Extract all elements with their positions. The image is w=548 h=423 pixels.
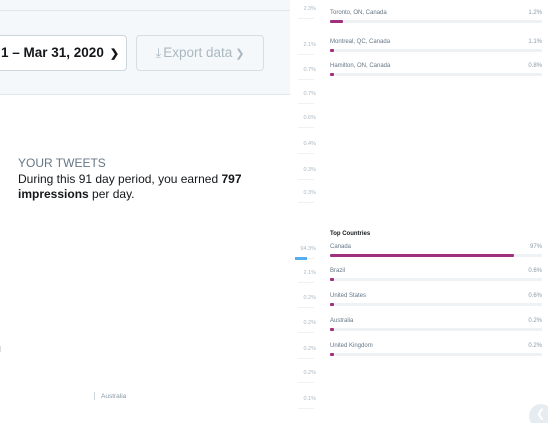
location-percent: 0.2% bbox=[528, 343, 542, 349]
bar-track bbox=[330, 49, 542, 52]
location-name: Brazil bbox=[330, 268, 346, 274]
percent-separator bbox=[298, 103, 314, 104]
bar-track bbox=[330, 328, 542, 331]
bar-fill bbox=[330, 353, 335, 356]
location-name: Canada bbox=[330, 244, 352, 250]
summary-text-start: During this 91 day period, you earned bbox=[18, 172, 222, 186]
bar-fill bbox=[330, 254, 515, 257]
date-range-label: 1 – Mar 31, 2020 bbox=[1, 45, 104, 60]
list-item: Canada 97% bbox=[330, 244, 542, 264]
percent-separator bbox=[298, 202, 314, 203]
percent-separator bbox=[298, 358, 314, 359]
percent-separator bbox=[298, 332, 314, 333]
chart-axis-mark bbox=[0, 346, 1, 352]
percent-value: 2.1% bbox=[303, 270, 316, 276]
percent-separator bbox=[298, 18, 314, 19]
chevron-down-icon: ❯ bbox=[109, 48, 120, 60]
percent-value: 2.1% bbox=[303, 42, 316, 48]
your-tweets-heading: YOUR TWEETS bbox=[18, 156, 106, 170]
bar-fill bbox=[330, 20, 343, 23]
export-data-button[interactable]: ⤓ Export data ❯ bbox=[136, 35, 264, 71]
bar-fill bbox=[330, 49, 335, 52]
location-name: Montreal, QC, Canada bbox=[330, 39, 391, 45]
chart-country-label: Australia bbox=[101, 393, 127, 400]
chevron-left-icon: ❮ bbox=[536, 408, 546, 420]
left-panel: 1 – Mar 31, 2020 ❯ ⤓ Export data ❯ YOUR TWE… bbox=[0, 0, 290, 423]
blue-percent-bar bbox=[295, 257, 307, 260]
list-item: United Kingdom 0.2% bbox=[330, 343, 542, 363]
percent-value: 0.2% bbox=[303, 295, 316, 301]
percent-value: 0.7% bbox=[303, 67, 316, 73]
location-percent: 1.1% bbox=[528, 39, 542, 45]
download-icon: ⤓ bbox=[155, 45, 162, 60]
impressions-count: 797 bbox=[221, 172, 242, 186]
export-data-label: Export data bbox=[163, 45, 233, 60]
location-percent: 0.2% bbox=[528, 318, 542, 324]
percent-column: 2.3% 2.1% 0.7% 0.7% 0.6% 0.4% 0.3% 0.3% 94.3% 2.1… bbox=[296, 0, 320, 423]
percent-separator bbox=[298, 382, 314, 383]
location-name: Toronto, ON, Canada bbox=[330, 10, 387, 16]
list-item: Brazil 0.6% bbox=[330, 268, 542, 288]
bar-fill bbox=[330, 73, 335, 76]
location-name: Hamilton, ON, Canada bbox=[330, 63, 391, 69]
percent-separator bbox=[298, 153, 314, 154]
bar-track bbox=[330, 303, 542, 306]
percent-separator bbox=[298, 54, 314, 55]
chevron-down-icon: ❯ bbox=[235, 48, 245, 60]
percent-value: 0.2% bbox=[303, 370, 316, 376]
percent-separator bbox=[298, 179, 314, 180]
bar-fill bbox=[330, 328, 335, 331]
your-tweets-summary: YOUR TWEETS During this 91 day period, y… bbox=[18, 156, 278, 202]
location-percent: 0.8% bbox=[528, 63, 542, 69]
percent-value: 0.2% bbox=[303, 346, 316, 352]
list-item: Australia 0.2% bbox=[330, 318, 542, 338]
your-tweets-text: During this 91 day period, you earned 79… bbox=[18, 172, 278, 202]
right-panel: Top Countries Toronto, ON, Canada 1.2% Mon… bbox=[330, 0, 548, 423]
list-item: Montreal, QC, Canada 1.1% bbox=[330, 39, 542, 59]
summary-text-end: per day. bbox=[88, 187, 135, 201]
percent-value: 0.3% bbox=[303, 190, 316, 196]
bar-track bbox=[330, 73, 542, 76]
location-percent: 97% bbox=[529, 244, 542, 250]
location-name: Australia bbox=[330, 318, 354, 324]
bar-track bbox=[330, 254, 542, 257]
percent-separator bbox=[298, 79, 314, 80]
list-item: Toronto, ON, Canada 1.2% bbox=[330, 10, 542, 30]
bar-fill bbox=[330, 303, 335, 306]
percent-separator bbox=[298, 127, 314, 128]
location-percent: 0.6% bbox=[528, 293, 542, 299]
location-percent: 1.2% bbox=[528, 10, 542, 16]
toolbar: 1 – Mar 31, 2020 ❯ ⤓ Export data ❯ bbox=[0, 0, 290, 95]
percent-value: 0.6% bbox=[303, 115, 316, 121]
date-range-button[interactable]: 1 – Mar 31, 2020 ❯ bbox=[0, 35, 127, 71]
percent-separator bbox=[298, 282, 314, 283]
location-name: United States bbox=[330, 293, 367, 299]
bar-track bbox=[330, 278, 542, 281]
top-countries-title: Top Countries bbox=[330, 231, 371, 237]
list-item: United States 0.6% bbox=[330, 293, 542, 313]
location-percent: 0.6% bbox=[528, 268, 542, 274]
percent-separator bbox=[298, 408, 314, 409]
bar-track bbox=[330, 20, 542, 23]
bar-fill bbox=[330, 278, 335, 281]
scroll-button[interactable]: ❮ bbox=[529, 404, 548, 423]
percent-value: 2.3% bbox=[303, 6, 316, 12]
percent-separator bbox=[298, 307, 314, 308]
impressions-word: impressions bbox=[18, 187, 89, 201]
percent-value: 0.3% bbox=[303, 167, 316, 173]
percent-value: 94.3% bbox=[300, 246, 316, 252]
location-name: United Kingdom bbox=[330, 343, 373, 349]
percent-value: 0.4% bbox=[303, 141, 316, 147]
bar-track bbox=[330, 353, 542, 356]
toolbar-divider bbox=[0, 10, 290, 11]
percent-value: 0.2% bbox=[303, 320, 316, 326]
chart-tick bbox=[94, 392, 95, 400]
percent-value: 0.7% bbox=[303, 91, 316, 97]
percent-value: 0.1% bbox=[303, 396, 316, 402]
list-item: Hamilton, ON, Canada 0.8% bbox=[330, 63, 542, 83]
